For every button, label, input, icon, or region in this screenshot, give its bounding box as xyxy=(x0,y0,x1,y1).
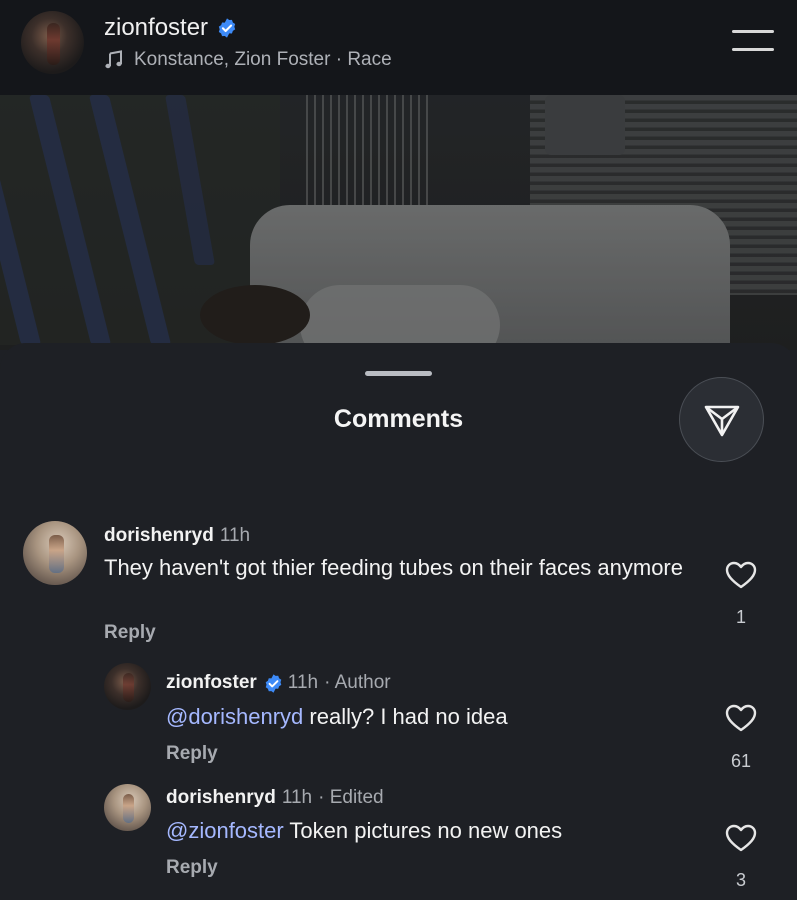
comment-username[interactable]: dorishenryd xyxy=(166,787,276,809)
edited-tag: · Edited xyxy=(318,787,384,808)
audio-track[interactable]: Konstance, Zion Foster · Race xyxy=(104,49,392,71)
comment-username[interactable]: zionfoster xyxy=(166,672,257,694)
author-username[interactable]: zionfoster xyxy=(104,14,208,42)
comment-text: @dorishenryd really? I had no idea xyxy=(166,704,508,729)
commenter-avatar[interactable] xyxy=(23,521,87,585)
post-header: zionfoster Konstance, Zion Foster · Race xyxy=(0,0,797,95)
author-username-row[interactable]: zionfoster xyxy=(104,14,238,42)
share-button[interactable] xyxy=(679,377,764,462)
sheet-title: Comments xyxy=(333,405,464,433)
sheet-drag-handle[interactable] xyxy=(365,371,432,376)
commenter-avatar[interactable] xyxy=(104,663,151,710)
reply-button[interactable]: Reply xyxy=(104,622,156,644)
heart-icon[interactable] xyxy=(724,703,758,733)
mention-link[interactable]: @zionfoster xyxy=(166,818,284,843)
author-avatar[interactable] xyxy=(21,11,84,74)
comment-time: 11h xyxy=(281,787,313,808)
reply-button[interactable]: Reply xyxy=(166,743,218,765)
comments-sheet: Comments dorishenryd 11h They haven't go… xyxy=(0,343,797,900)
like-count: 61 xyxy=(730,751,752,771)
comment-time: 11h xyxy=(219,525,251,546)
verified-badge-icon xyxy=(265,673,282,693)
verified-badge-icon xyxy=(218,18,236,38)
mention-link[interactable]: @dorishenryd xyxy=(166,704,303,729)
like-count: 1 xyxy=(735,607,746,627)
like-count: 3 xyxy=(735,870,746,890)
heart-icon[interactable] xyxy=(724,823,758,853)
audio-track-label: Konstance, Zion Foster · Race xyxy=(134,49,392,70)
post-media[interactable] xyxy=(0,95,797,350)
comment-text: They haven't got thier feeding tubes on … xyxy=(104,555,683,580)
reply-button[interactable]: Reply xyxy=(166,857,218,879)
comment-username[interactable]: dorishenryd xyxy=(104,525,214,547)
menu-icon[interactable] xyxy=(732,28,774,54)
comment-text: @zionfoster Token pictures no new ones xyxy=(166,818,563,843)
commenter-avatar[interactable] xyxy=(104,784,151,831)
author-tag: · Author xyxy=(324,672,391,693)
heart-icon[interactable] xyxy=(724,560,758,590)
comment-time: 11h xyxy=(287,672,319,693)
send-icon xyxy=(704,405,739,436)
music-note-icon xyxy=(105,50,122,69)
